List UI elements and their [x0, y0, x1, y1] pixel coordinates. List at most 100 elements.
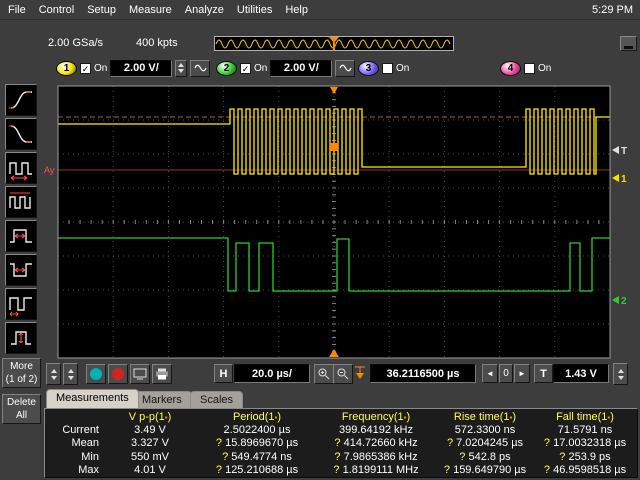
acquisition-memory-bar [214, 36, 454, 51]
menu-file[interactable]: File [8, 4, 26, 16]
minimize-button[interactable] [620, 36, 637, 51]
measurement-icon-palette [5, 84, 39, 356]
meas-value: ? 414.72660 kHz [334, 437, 418, 450]
meas-source-icon: ▪ [164, 412, 168, 422]
down-arrow-icon [67, 375, 74, 380]
channel-3-badge[interactable]: 3 [358, 60, 379, 76]
pos-width-icon[interactable] [5, 220, 37, 252]
meas-value: ? 125.210688 µs [215, 464, 299, 477]
stop-icon [112, 368, 124, 380]
tab-scales[interactable]: Scales [190, 391, 244, 408]
channel-2-badge[interactable]: 2 [216, 60, 237, 76]
ac-coupling-icon[interactable] [335, 59, 356, 77]
channel-4-badge[interactable]: 4 [500, 60, 521, 76]
horizontal-setup-button[interactable]: H [214, 364, 233, 383]
zoom-out-button[interactable] [333, 364, 353, 384]
menu-measure[interactable]: Measure [129, 4, 172, 16]
print-button[interactable] [152, 364, 172, 384]
meas-source-icon: ▪ [403, 412, 407, 422]
up-arrow-icon [50, 368, 57, 373]
frequency-icon[interactable] [5, 186, 37, 218]
right-edge-markers: T 1 2 [612, 146, 627, 307]
channel-1-badge[interactable]: 1 [56, 60, 77, 76]
more-label: More [10, 361, 33, 372]
menu-setup[interactable]: Setup [87, 4, 116, 16]
meas-column-header: Fall time(1▪) [556, 410, 614, 423]
menu-help[interactable]: Help [285, 4, 308, 16]
meas-source-icon: ▪ [509, 412, 513, 422]
down-arrow-icon [50, 375, 57, 380]
more-sub-label: (1 of 2) [5, 374, 38, 385]
horizontal-position-readout[interactable]: 36.2116500 µs [370, 364, 476, 383]
ac-coupling-icon[interactable] [190, 59, 211, 77]
meas-value: 4.01 V [134, 464, 166, 477]
channel-4-on-checkbox[interactable] [524, 62, 535, 74]
stop-button[interactable] [108, 364, 128, 384]
delete-label: Delete [7, 397, 36, 408]
meas-row-label: Mean [71, 437, 99, 450]
channel-on-label: On [94, 62, 108, 74]
svg-text:2: 2 [621, 296, 627, 307]
meas-source-icon: ▪ [274, 412, 278, 422]
fall-time-icon[interactable] [5, 118, 37, 150]
channel-on-label: On [538, 62, 552, 74]
screen-copy-button[interactable] [130, 364, 150, 384]
position-zero-button[interactable]: 0 [499, 364, 513, 383]
rise-time-icon[interactable] [5, 84, 37, 116]
menu-analyze[interactable]: Analyze [185, 4, 224, 16]
timebase-readout[interactable]: 20.0 µs/ [234, 364, 310, 383]
channel-2-on-checkbox[interactable]: ✓ [240, 62, 251, 74]
up-arrow-icon [617, 368, 624, 373]
meas-value: 399.64192 kHz [339, 424, 413, 437]
meas-column-header: V p-p(1▪) [128, 410, 172, 423]
printer-icon [156, 368, 168, 380]
delete-all-button[interactable]: Delete All [2, 394, 41, 424]
meas-row-label: Current [62, 424, 99, 437]
channel-on-label: On [396, 62, 410, 74]
waveform-area: Ay T 1 2 [42, 82, 640, 368]
meas-column-header: Period(1▪) [232, 410, 282, 423]
channel-1-scale-readout[interactable]: 2.00 V/ [110, 59, 173, 77]
run-icon [90, 368, 102, 380]
clock: 5:29 PM [592, 3, 633, 16]
channel-2-scale-readout[interactable]: 2.00 V/ [270, 59, 333, 77]
fine-adjust-stepper-1[interactable] [46, 363, 61, 385]
menu-items: File Control Setup Measure Analyze Utilities H… [0, 4, 308, 16]
channel-1-scale-stepper[interactable] [175, 59, 188, 77]
channel-3-on-checkbox[interactable] [382, 62, 393, 74]
zoom-in-button[interactable] [314, 364, 334, 384]
meas-value: 2.5022400 µs [223, 424, 291, 437]
trigger-level-readout[interactable]: 1.43 V [553, 364, 609, 383]
position-left-button[interactable]: ◄ [482, 364, 498, 383]
meas-value: ? 46.9598518 µs [543, 464, 627, 477]
more-button[interactable]: More (1 of 2) [2, 358, 41, 388]
position-right-button[interactable]: ► [514, 364, 530, 383]
duty-cycle-icon[interactable] [5, 288, 37, 320]
svg-text:T: T [621, 146, 627, 157]
neg-width-icon[interactable] [5, 254, 37, 286]
channel-3-group: 3 On [358, 58, 409, 78]
meas-value: 550 mV [131, 450, 169, 463]
delete-sub-label: All [15, 410, 28, 421]
fine-adjust-stepper-2[interactable] [63, 363, 78, 385]
menu-control[interactable]: Control [39, 4, 74, 16]
period-icon[interactable] [5, 152, 37, 184]
up-arrow-icon [178, 63, 185, 67]
sample-rate-readout: 2.00 GSa/s [48, 37, 104, 49]
down-arrow-icon [178, 69, 185, 73]
tab-markers[interactable]: Markers [132, 391, 192, 408]
menu-utilities[interactable]: Utilities [237, 4, 272, 16]
channel-1-on-checkbox[interactable]: ✓ [80, 62, 91, 74]
trigger-setup-button[interactable]: T [534, 364, 553, 383]
channel-2-group: 2 ✓ On 2.00 V/ [216, 58, 356, 78]
tab-measurements[interactable]: Measurements [46, 389, 139, 408]
menu-bar: File Control Setup Measure Analyze Utilities H… [0, 0, 640, 20]
trigger-level-stepper[interactable] [613, 363, 628, 385]
channel-1-group: 1 ✓ On 2.00 V/ [56, 58, 211, 78]
meas-value: ? 549.4774 ns [222, 450, 292, 463]
trigger-time-reference-icon [354, 365, 366, 384]
run-button[interactable] [86, 364, 106, 384]
meas-column-header: Rise time(1▪) [453, 410, 517, 423]
meas-value: ? 1.8199111 MHz [333, 464, 419, 477]
v-pp-icon[interactable] [5, 322, 37, 354]
